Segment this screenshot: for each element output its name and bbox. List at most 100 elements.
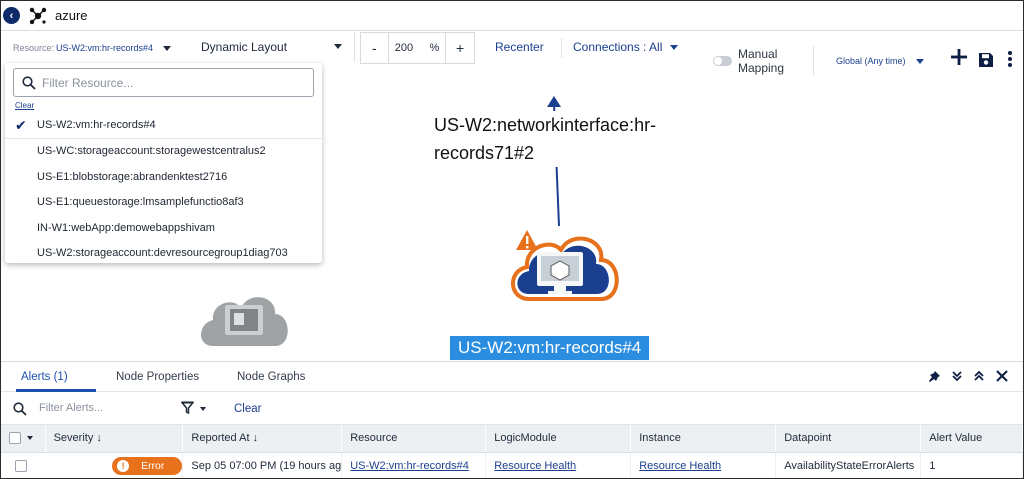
details-panel: Alerts (1) Node Properties Node Graphs F… — [1, 361, 1023, 478]
chevron-down-icon[interactable] — [27, 436, 33, 441]
table-header-row: Severity ↓ Reported At ↓ Resource LogicM… — [1, 425, 1023, 453]
divider — [561, 38, 562, 58]
time-range-select[interactable]: Global (Any time) — [836, 56, 924, 66]
node-label[interactable]: US-W2:vm:hr-records#4 — [450, 336, 650, 360]
zoom-value: 200 — [394, 42, 414, 54]
filter-icon[interactable] — [181, 401, 194, 414]
connections-select[interactable]: Connections : All — [573, 40, 679, 54]
resource-value: US-W2:vm:hr-records#4 — [56, 43, 154, 53]
zoom-in-button[interactable]: + — [446, 33, 474, 63]
topology-logo-icon — [29, 7, 47, 25]
layout-select[interactable]: Dynamic Layout — [191, 32, 355, 62]
topology-window: ‹ azure Resource: US-W2:vm:hr-records#4 … — [0, 0, 1024, 479]
column-alert-value[interactable]: Alert Value — [920, 425, 1023, 453]
checkmark-icon: ✔ — [15, 117, 27, 133]
sort-arrow-icon: ↓ — [96, 432, 102, 445]
column-label: Severity — [53, 432, 94, 445]
status-badge: ! Error — [112, 456, 183, 475]
manual-mapping-label: Manual Mapping — [738, 47, 785, 75]
search-icon — [13, 402, 27, 416]
edge-arrow-icon — [547, 96, 561, 107]
zoom-control: - 200 % + — [360, 32, 475, 64]
more-vertical-icon — [1008, 51, 1012, 67]
tab-node-properties[interactable]: Node Properties — [116, 371, 199, 383]
sort-arrow-icon: ↓ — [252, 432, 259, 445]
warning-icon: ! — [117, 459, 130, 472]
chevron-down-icon — [334, 44, 342, 49]
resource-link[interactable]: US-W2:vm:hr-records#4 — [350, 460, 469, 472]
active-tab-indicator — [16, 389, 96, 392]
dropdown-clear-link[interactable]: Clear — [15, 101, 34, 110]
time-range-value: Global (Any time) — [836, 56, 906, 66]
title-bar: ‹ azure — [1, 1, 1023, 31]
column-label: Instance — [639, 432, 681, 445]
select-all-header[interactable] — [1, 425, 46, 453]
back-button[interactable]: ‹ — [3, 7, 20, 24]
resource-option[interactable]: US-E1:queuestorage:lmsamplefunctio8af3 — [5, 190, 322, 216]
datapoint-cell: AvailabilityStateErrorAlerts — [775, 452, 922, 478]
table-row[interactable]: ! Error Sep 05 07:00 PM (19 hours ag US-… — [1, 452, 1023, 478]
alert-value-cell: 1 — [920, 452, 1023, 478]
chevron-down-icon — [915, 58, 924, 64]
save-button[interactable] — [978, 52, 994, 68]
resource-dropdown: Clear ✔ US-W2:vm:hr-records#4 US-WC:stor… — [5, 63, 322, 263]
select-all-checkbox[interactable] — [9, 432, 21, 445]
clear-filters-button[interactable]: Clear — [234, 403, 261, 415]
logicmodule-link[interactable]: Resource Health — [494, 460, 576, 472]
resource-list: ✔ US-W2:vm:hr-records#4 US-WC:storageacc… — [5, 113, 322, 266]
panel-controls — [928, 369, 1009, 383]
save-icon — [979, 53, 993, 67]
chevron-left-icon: ‹ — [9, 9, 14, 22]
resource-option[interactable]: US-WC:storageaccount:storagewestcentralu… — [5, 139, 322, 165]
select-severity-cell: ! Error — [1, 452, 184, 478]
column-resource[interactable]: Resource — [341, 425, 487, 453]
resource-option-label: IN-W1:webApp:demowebappshivam — [37, 221, 215, 234]
edge-label[interactable]: US-W2:networkinterface:hr-records71#2 — [432, 111, 672, 167]
row-checkbox[interactable] — [15, 459, 27, 472]
chevron-down-icon — [670, 44, 679, 50]
filter-resource-field[interactable] — [13, 68, 314, 97]
column-datapoint[interactable]: Datapoint — [775, 425, 922, 453]
resource-select[interactable]: Resource: US-W2:vm:hr-records#4 — [13, 43, 172, 53]
zoom-input[interactable]: 200 % — [389, 33, 447, 63]
reported-at-cell: Sep 05 07:00 PM (19 hours ag — [182, 452, 343, 478]
close-icon[interactable] — [995, 369, 1009, 383]
recenter-button[interactable]: Recenter — [495, 40, 544, 54]
filter-alerts-input[interactable] — [39, 402, 159, 414]
column-label: Alert Value — [929, 432, 983, 445]
zoom-unit: % — [429, 42, 440, 54]
chevron-down-icon[interactable] — [200, 407, 206, 411]
divider — [813, 46, 814, 76]
instance-cell[interactable]: Resource Health — [630, 452, 777, 478]
connections-value: Connections : All — [573, 40, 663, 54]
column-label: LogicModule — [494, 432, 557, 445]
resource-option-label: US-WC:storageaccount:storagewestcentralu… — [37, 145, 266, 158]
column-reported-at[interactable]: Reported At ↓ — [182, 425, 343, 453]
more-options-button[interactable] — [1007, 50, 1013, 68]
column-label: Datapoint — [784, 432, 832, 445]
add-button[interactable] — [950, 48, 968, 66]
resource-option[interactable]: IN-W1:webApp:demowebappshivam — [5, 215, 322, 241]
alert-filter-bar: Clear — [1, 393, 1023, 425]
column-severity[interactable]: Severity ↓ — [45, 425, 184, 453]
column-logicmodule[interactable]: LogicModule — [485, 425, 632, 453]
instance-link[interactable]: Resource Health — [639, 460, 721, 472]
resource-cell[interactable]: US-W2:vm:hr-records#4 — [341, 452, 487, 478]
tab-node-graphs[interactable]: Node Graphs — [237, 371, 305, 383]
expand-up-icon[interactable] — [973, 370, 985, 382]
collapse-down-icon[interactable] — [951, 370, 963, 382]
tab-alerts[interactable]: Alerts (1) — [21, 371, 68, 383]
pin-icon[interactable] — [928, 370, 941, 383]
zoom-out-button[interactable]: - — [361, 33, 389, 63]
column-instance[interactable]: Instance — [630, 425, 777, 453]
filter-resource-input[interactable] — [42, 75, 302, 90]
resource-option-label: US-W2:vm:hr-records#4 — [37, 119, 156, 132]
logicmodule-cell[interactable]: Resource Health — [485, 452, 632, 478]
manual-mapping-toggle[interactable] — [713, 56, 732, 66]
resource-option[interactable]: ✔ US-W2:vm:hr-records#4 — [5, 113, 322, 139]
resource-option-label: US-W2:storageaccount:devresourcegroup1di… — [37, 247, 288, 260]
warning-icon — [516, 230, 538, 250]
resource-option[interactable]: US-E1:blobstorage:abrandenktest2716 — [5, 164, 322, 190]
layout-value: Dynamic Layout — [201, 40, 288, 54]
resource-option[interactable]: US-W2:storageaccount:devresourcegroup1di… — [5, 241, 322, 267]
